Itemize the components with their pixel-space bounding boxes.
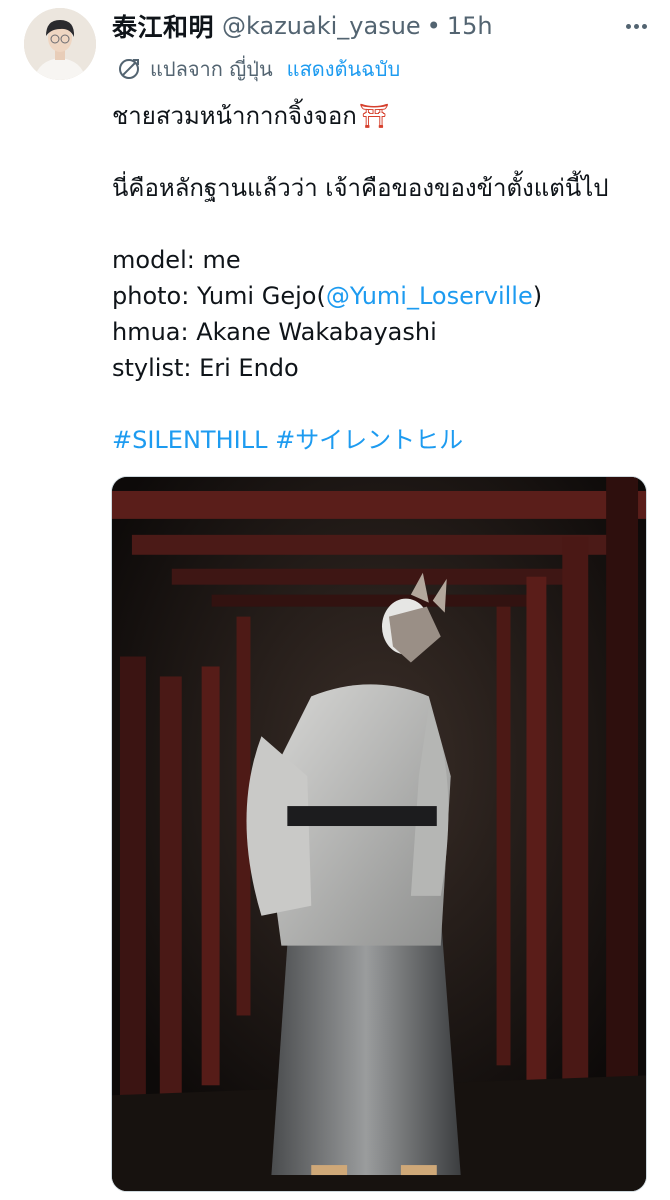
author-handle[interactable]: @kazuaki_yasue <box>222 12 421 40</box>
shinto-shrine-icon: ⛩ <box>358 102 390 130</box>
author-display-name[interactable]: 泰江和明 <box>112 8 214 44</box>
tweet-line: นี่คือหลักฐานแล้วว่า เจ้าคือของของข้าตั้… <box>112 174 609 202</box>
tweet-timestamp[interactable]: 15h <box>447 12 493 40</box>
credit-photo-suffix: ) <box>532 282 543 310</box>
tweet-line-text: ชายสวมหน้ากากจิ้งจอก <box>112 102 357 130</box>
more-horizontal-icon <box>625 23 631 29</box>
credit-hmua: hmua: Akane Wakabayashi <box>112 318 437 346</box>
credit-model: model: me <box>112 246 241 274</box>
translate-globe-icon <box>119 59 139 79</box>
translated-from-label: แปลจาก ญี่ปุ่น <box>150 57 273 81</box>
hashtag-link[interactable]: #SILENTHILL <box>112 426 267 454</box>
show-original-link[interactable]: แสดงต้นฉบับ <box>287 53 401 85</box>
author-avatar[interactable] <box>24 8 96 80</box>
credit-photo: photo: Yumi Gejo(@Yumi_Loserville) <box>112 278 650 314</box>
hashtag-row: #SILENTHILL #サイレントヒル <box>112 422 650 458</box>
mention-link[interactable]: @Yumi_Loserville <box>326 282 533 310</box>
tweet-photo[interactable] <box>111 476 647 1192</box>
more-options-button[interactable] <box>622 12 650 40</box>
hashtag-link[interactable]: #サイレントヒル <box>275 426 463 454</box>
tweet-header: 泰江和明 @kazuaki_yasue • 15h <box>112 8 650 44</box>
credit-stylist: stylist: Eri Endo <box>112 354 299 382</box>
translation-notice: แปลจาก ญี่ปุ่น แสดงต้นฉบับ <box>116 54 400 84</box>
tweet-line: ชายสวมหน้ากากจิ้งจอก⛩ <box>112 98 650 134</box>
separator-dot: • <box>426 12 441 40</box>
credit-photo-prefix: photo: Yumi Gejo( <box>112 282 326 310</box>
tweet-body: ชายสวมหน้ากากจิ้งจอก⛩ นี่คือหลักฐานแล้วว… <box>112 98 650 458</box>
